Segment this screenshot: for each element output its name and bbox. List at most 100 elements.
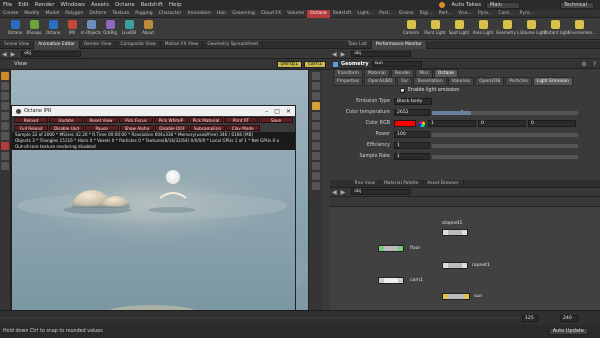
back-arrow-icon[interactable]: ◀ bbox=[0, 51, 9, 58]
ortho-icon[interactable] bbox=[311, 172, 320, 180]
shading-icon[interactable] bbox=[311, 92, 320, 100]
tab-scene-view[interactable]: Scene View bbox=[0, 40, 35, 49]
pick-whitep-button[interactable]: Pick WhiteP bbox=[154, 117, 188, 123]
disable-dof-button[interactable]: Disable DOF bbox=[155, 125, 190, 131]
pick-material-button[interactable]: Pick Material bbox=[189, 117, 223, 123]
shelf-tool-distant-light[interactable]: Distant Light bbox=[544, 20, 570, 40]
takes-dropdown[interactable]: Main bbox=[486, 1, 520, 9]
scale-tool-icon[interactable] bbox=[1, 102, 9, 110]
path-field[interactable]: obj bbox=[21, 51, 82, 57]
params-path-field[interactable]: obj bbox=[351, 51, 412, 57]
shelf-tab[interactable]: Part... bbox=[436, 10, 455, 18]
tab-asset-browser[interactable]: Asset Browser bbox=[423, 179, 464, 188]
wireframe-icon[interactable] bbox=[311, 122, 320, 130]
select-tool-icon[interactable] bbox=[1, 72, 9, 80]
pose-tool-icon[interactable] bbox=[1, 122, 9, 130]
tab-particles[interactable]: Particles bbox=[505, 76, 532, 86]
brush-tool-icon[interactable] bbox=[1, 132, 9, 140]
color-temperature-slider[interactable] bbox=[432, 110, 578, 115]
menu-assets[interactable]: Assets bbox=[88, 2, 112, 8]
emission-type-dropdown[interactable]: Black body bbox=[394, 98, 432, 105]
shelf-tab[interactable]: Cloud FX bbox=[258, 10, 284, 18]
tab-openvdb[interactable]: OpenVDB bbox=[475, 76, 505, 86]
shelf-tab[interactable]: Rigi... bbox=[417, 10, 436, 18]
magnet-tool-icon[interactable] bbox=[1, 142, 9, 150]
enable-light-checkbox[interactable] bbox=[400, 88, 406, 94]
efficiency-slider[interactable] bbox=[432, 143, 578, 148]
node-stopnet1[interactable] bbox=[442, 229, 468, 236]
tab-tessellation[interactable]: Tessellation bbox=[413, 76, 447, 86]
update-button[interactable]: Update bbox=[49, 117, 83, 123]
display-icon[interactable] bbox=[311, 82, 320, 90]
tab-opensubd[interactable]: OpenSUBD bbox=[364, 76, 397, 86]
menu-windows[interactable]: Windows bbox=[57, 2, 88, 8]
tab-tree-view[interactable]: Tree View bbox=[350, 179, 380, 188]
shelf-tool-spot-light[interactable]: Spot Light bbox=[448, 20, 470, 40]
power-slider[interactable] bbox=[432, 132, 578, 137]
home-icon[interactable] bbox=[311, 182, 320, 190]
node-ropnet1[interactable] bbox=[442, 262, 468, 269]
shelf-tab[interactable]: Texture bbox=[109, 10, 132, 18]
shelf-tool-environment-light[interactable]: Environmen... bbox=[568, 20, 596, 40]
close-icon[interactable]: ✕ bbox=[286, 108, 291, 115]
network-path-field[interactable]: obj bbox=[351, 189, 412, 195]
shelf-tab[interactable]: Vise... bbox=[455, 10, 475, 18]
shelf-tool-about[interactable]: About bbox=[137, 20, 159, 40]
sample-rate-field[interactable]: 1 bbox=[394, 153, 430, 160]
auto-takes-label[interactable]: Auto Takes bbox=[448, 2, 484, 8]
power-field[interactable]: 100 bbox=[394, 131, 430, 138]
color-swatch[interactable] bbox=[394, 120, 416, 127]
print-rt-button[interactable]: Print RT bbox=[224, 117, 258, 123]
subsampling-button[interactable]: Subsampling bbox=[190, 125, 225, 131]
tab-fur[interactable]: Fur bbox=[397, 76, 413, 86]
measure-tool-icon[interactable] bbox=[1, 162, 9, 170]
minimize-icon[interactable]: – bbox=[265, 108, 268, 115]
camera-view-icon[interactable] bbox=[311, 142, 320, 150]
tab-animation-editor[interactable]: Animation Editor bbox=[34, 40, 80, 49]
pick-focus-button[interactable]: Pick Focus bbox=[119, 117, 153, 123]
ghost-icon[interactable] bbox=[311, 112, 320, 120]
forward-arrow-icon[interactable]: ▶ bbox=[339, 189, 348, 196]
tab-take-list[interactable]: Take List bbox=[344, 40, 372, 49]
help-icon[interactable]: ? bbox=[593, 61, 600, 68]
lighting-icon[interactable] bbox=[311, 102, 320, 110]
menu-file[interactable]: File bbox=[0, 2, 15, 8]
shelf-tab[interactable]: Hair bbox=[214, 10, 229, 18]
shelf-tab[interactable]: Model bbox=[43, 10, 63, 18]
shelf-tool-volume-light[interactable]: Volume Light bbox=[520, 20, 546, 40]
tab-light-emission[interactable]: Light Emission bbox=[532, 76, 573, 86]
shelf-tab[interactable]: Redshift bbox=[330, 10, 355, 18]
network-editor[interactable]: stopnet1 floor ropnet1 cam1 sun bbox=[330, 207, 600, 325]
shelf-tab[interactable]: Rigging bbox=[132, 10, 155, 18]
menu-octane[interactable]: Octane bbox=[112, 2, 138, 8]
flame-icon[interactable] bbox=[439, 2, 446, 8]
snap-tool-icon[interactable] bbox=[1, 152, 9, 160]
grid-icon[interactable] bbox=[311, 132, 320, 140]
color-g-field[interactable]: 0 bbox=[478, 120, 526, 127]
shelf-tab[interactable]: Light... bbox=[354, 10, 376, 18]
shelf-tab[interactable]: Pyro... bbox=[475, 10, 495, 18]
tab-render-view[interactable]: Render View bbox=[80, 40, 117, 49]
shelf-tab[interactable]: Modify bbox=[21, 10, 42, 18]
shelf-tab[interactable]: Part... bbox=[376, 10, 395, 18]
menu-redshift[interactable]: Redshift bbox=[138, 2, 166, 8]
timeline-ruler[interactable] bbox=[0, 311, 600, 326]
tab-volumes[interactable]: Volumes bbox=[447, 76, 475, 86]
end-frame-field[interactable]: 240 bbox=[560, 315, 578, 322]
shelf-tab[interactable]: Polygon bbox=[62, 10, 86, 18]
color-temperature-field[interactable]: 2652 bbox=[394, 109, 430, 116]
menu-edit[interactable]: Edit bbox=[15, 2, 32, 8]
reload-button[interactable]: Reload bbox=[14, 117, 48, 123]
disable-upd-button[interactable]: Disable Upd bbox=[49, 125, 84, 131]
reset-view-button[interactable]: Reset View bbox=[84, 117, 118, 123]
shelf-tab[interactable]: Pyro... bbox=[517, 10, 537, 18]
transform-tool-icon[interactable] bbox=[1, 82, 9, 90]
node-name-field[interactable]: sun bbox=[371, 61, 422, 67]
forward-arrow-icon[interactable]: ▶ bbox=[9, 51, 18, 58]
full-reload-button[interactable]: Full Reload bbox=[14, 125, 49, 131]
menu-render[interactable]: Render bbox=[32, 2, 58, 8]
back-arrow-icon[interactable]: ◀ bbox=[330, 189, 339, 196]
shelf-tool-camera[interactable]: Camera bbox=[400, 20, 422, 40]
color-b-field[interactable]: 0 bbox=[528, 120, 576, 127]
tab-properties[interactable]: Properties bbox=[333, 76, 364, 86]
